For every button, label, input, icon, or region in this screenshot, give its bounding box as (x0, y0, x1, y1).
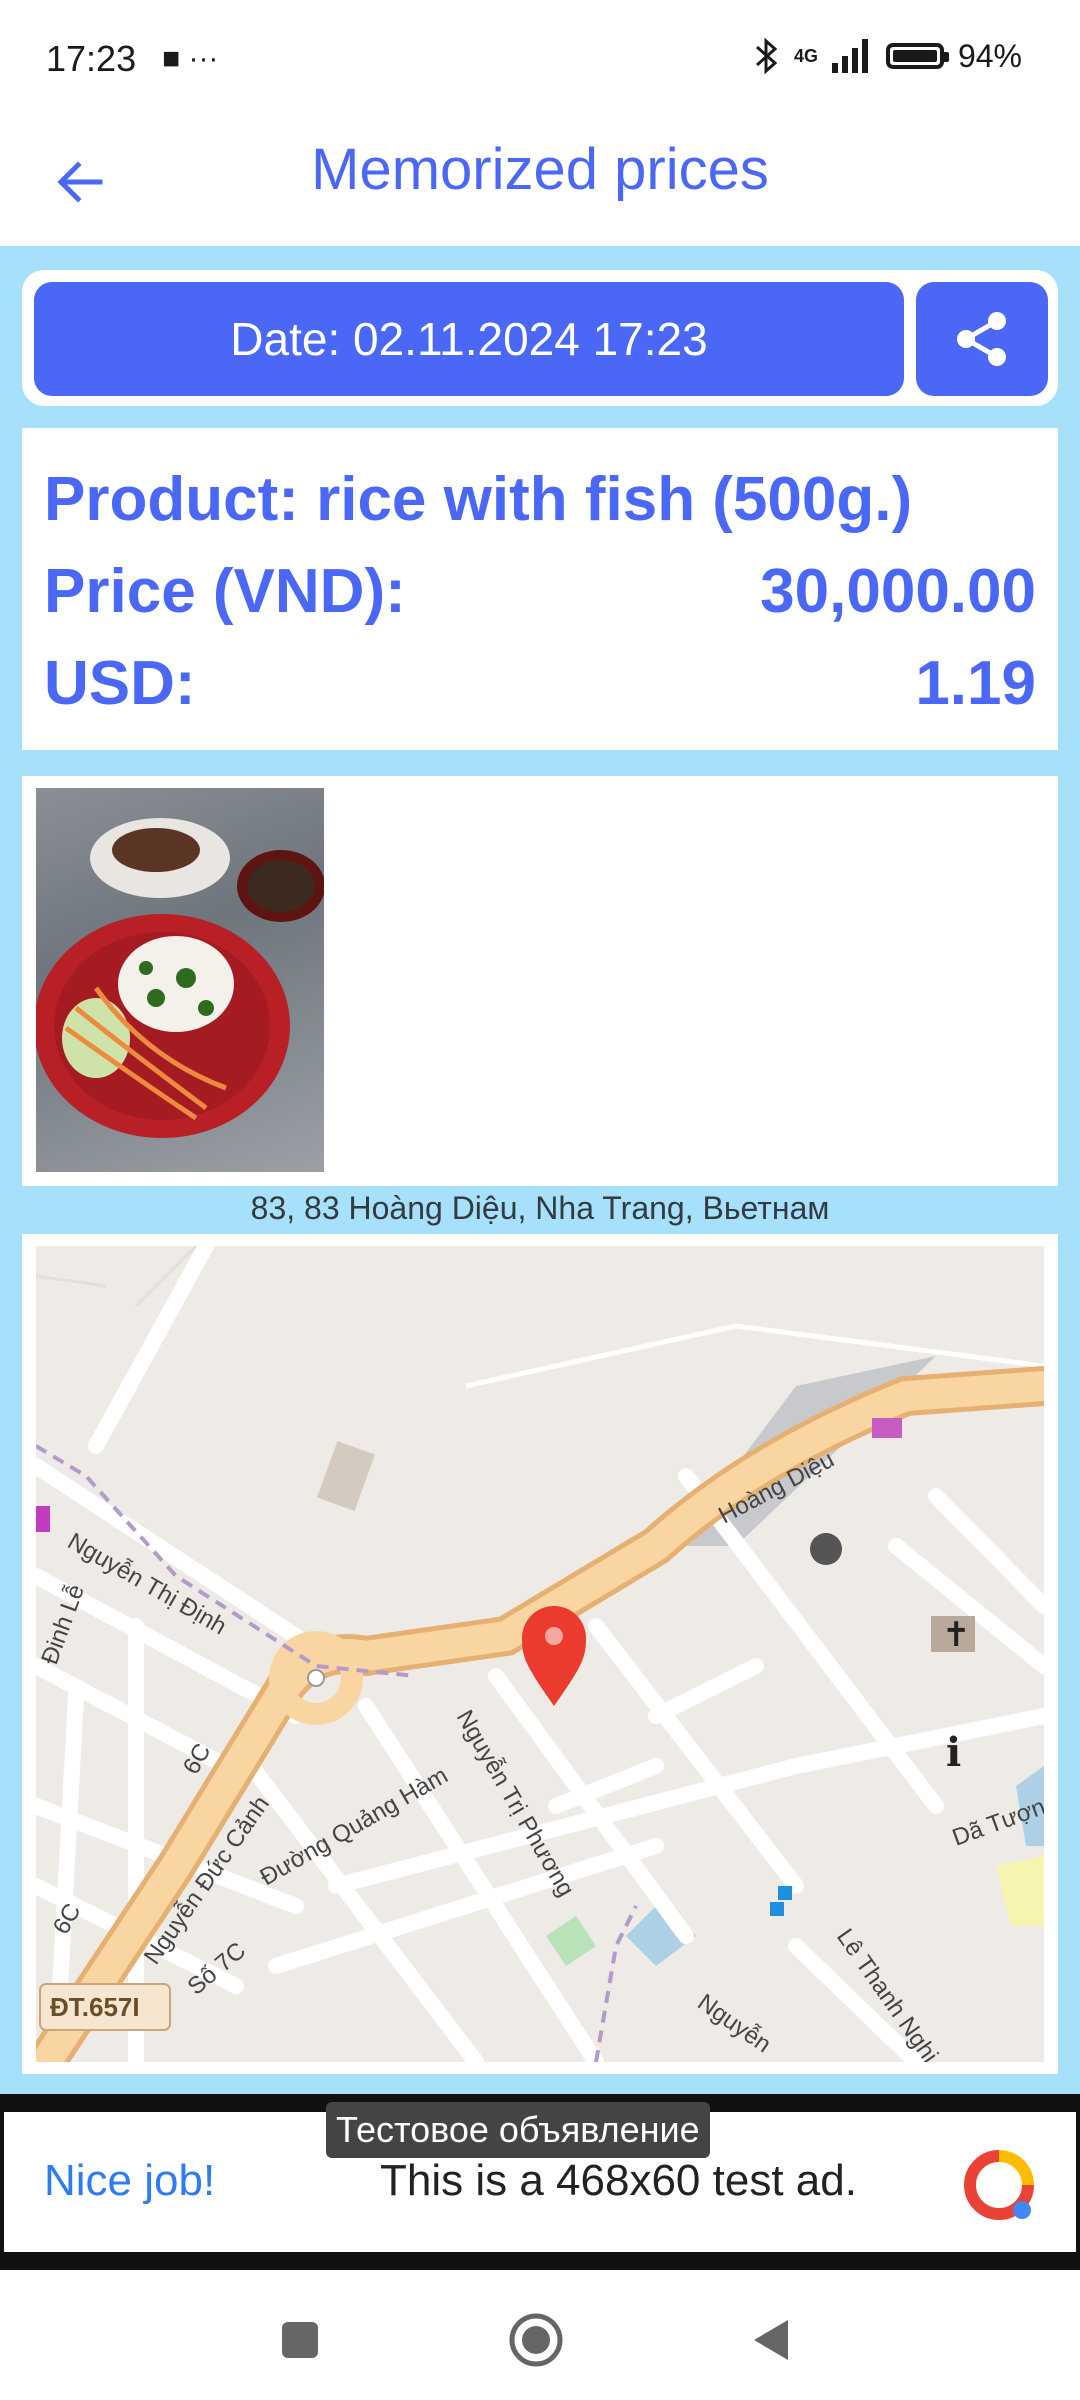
food-photo[interactable] (36, 788, 324, 1172)
price-row: Price (VND): 30,000.00 (44, 556, 1036, 627)
square-icon (282, 2322, 318, 2358)
home-button[interactable] (496, 2300, 576, 2380)
recents-button[interactable] (260, 2300, 340, 2380)
shop-icon (872, 1418, 902, 1438)
status-time: 17:23 (46, 38, 137, 79)
status-right: 4G 94% (754, 36, 1022, 76)
circle-icon (509, 2313, 563, 2367)
page-title: Memorized prices (311, 137, 769, 202)
status-bar: 17:23 ■ ··· 4G 94% (0, 0, 1080, 122)
ad-text: This is a 468x60 test ad. (380, 2156, 857, 2205)
record-content: Date: 02.11.2024 17:23 Product: rice wit… (0, 246, 1080, 2094)
svg-text:✝: ✝ (942, 1615, 971, 1655)
network-type: 4G (793, 45, 818, 66)
product-row: Product: rice with fish (500g.) (44, 464, 1036, 535)
price-info-card: Product: rice with fish (500g.) Price (V… (22, 428, 1058, 750)
info-icon: i (946, 1729, 961, 1776)
system-nav-bar (0, 2270, 1080, 2400)
ad-headline: Nice job! (44, 2156, 216, 2205)
map-view[interactable]: Hoàng Diệu Nguyễn Thị Định Nguyễn Đức Cả… (36, 1246, 1044, 2062)
address-text: 83, 83 Hoàng Diệu, Nha Trang, Вьетнам (250, 1190, 830, 1226)
map-label: ĐT.657I (50, 1992, 140, 2022)
triangle-back-icon (754, 2320, 788, 2360)
bluetooth-icon (755, 37, 778, 75)
date-button[interactable]: Date: 02.11.2024 17:23 (34, 282, 904, 396)
battery-icon (885, 43, 949, 69)
date-card: Date: 02.11.2024 17:23 (22, 270, 1058, 406)
share-icon (957, 312, 1006, 366)
map-card: Hoàng Diệu Nguyễn Thị Định Nguyễn Đức Cả… (22, 1234, 1058, 2074)
ad-logo-icon (964, 2150, 1034, 2220)
usd-label: USD: (44, 649, 196, 718)
usd-row: USD: 1.19 (44, 648, 1036, 719)
battery-percent: 94% (957, 37, 1022, 74)
product-label: Product: rice with fish (500g.) (44, 465, 913, 534)
signal-icon (831, 39, 868, 73)
poi-icon (810, 1533, 842, 1565)
map-drawing: Hoàng Diệu Nguyễn Thị Định Nguyễn Đức Cả… (36, 1246, 1044, 2062)
notification-icons: ■ ··· (162, 42, 219, 75)
price-label: Price (VND): (44, 557, 406, 626)
food-photo-drawing (36, 818, 324, 1138)
ad-test-label: Тестовое объявление (326, 2102, 710, 2158)
photo-card (22, 776, 1058, 1186)
app-bar: Memorized prices (0, 122, 1080, 246)
price-value: 30,000.00 (760, 557, 1036, 626)
usd-value: 1.19 (915, 649, 1036, 718)
share-button[interactable] (916, 282, 1048, 396)
nav-back-button[interactable] (730, 2300, 810, 2380)
